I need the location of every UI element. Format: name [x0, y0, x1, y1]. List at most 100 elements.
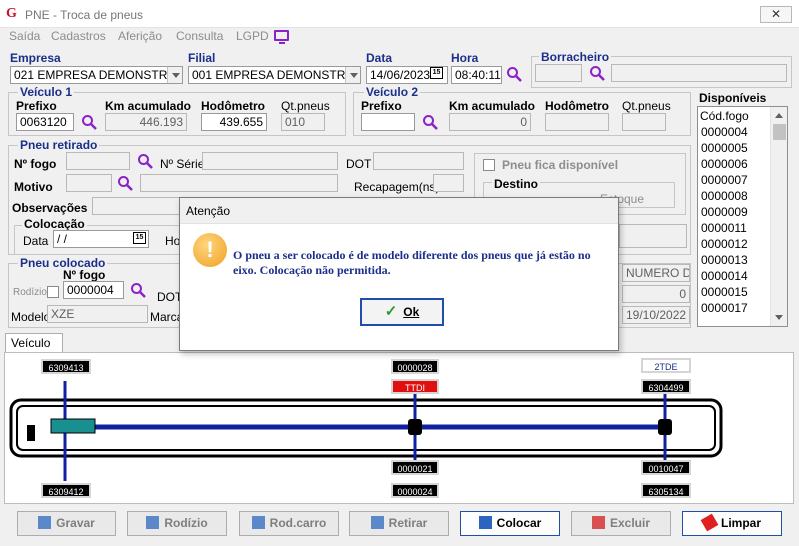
warning-icon: ! [193, 233, 227, 267]
tire-shop-code-field[interactable] [535, 64, 582, 82]
list-item[interactable]: 0000013 [701, 253, 748, 267]
tire-shop-title: Borracheiro [539, 50, 612, 64]
tire-tag[interactable]: 0000028 [391, 359, 439, 374]
list-item[interactable]: 0000008 [701, 189, 748, 203]
search-icon[interactable] [589, 65, 605, 81]
save-button[interactable]: Gravar [17, 511, 116, 536]
placed-model-field: XZE [47, 305, 148, 323]
time-label: Hora [451, 51, 479, 65]
list-item[interactable]: 0000004 [701, 125, 748, 139]
calendar-icon[interactable]: 15 [430, 67, 443, 79]
search-icon[interactable] [422, 114, 438, 130]
eraser-icon [700, 513, 719, 532]
tire-tag-model[interactable]: 2TDE [641, 358, 691, 373]
removed-reason-field[interactable] [66, 174, 112, 192]
vehicle1-prefix-label: Prefixo [16, 99, 57, 113]
search-icon[interactable] [506, 66, 522, 82]
vehicle1-odometer-label: Hodômetro [201, 99, 265, 113]
list-item[interactable]: 0000006 [701, 157, 748, 171]
remove-button[interactable]: Retirar [349, 511, 449, 536]
removed-fire-field[interactable] [66, 152, 130, 170]
delete-button[interactable]: Excluir [571, 511, 671, 536]
tire-shop-name-field [611, 64, 787, 82]
search-icon[interactable] [81, 114, 97, 130]
placement-title: Colocação [22, 217, 87, 231]
tab-vehicle-1[interactable]: Veículo 1 [5, 333, 63, 364]
vehicle2-odometer-label: Hodômetro [545, 99, 609, 113]
search-icon[interactable] [130, 282, 146, 298]
middle-axle-hub [408, 419, 422, 435]
tire-tag[interactable]: 0000024 [391, 483, 439, 498]
rotate-vehicle-button[interactable]: Rod.carro [239, 511, 339, 536]
removed-fire-label: Nº fogo [14, 157, 57, 171]
tire-tag[interactable]: 0000021 [391, 460, 439, 475]
scroll-thumb[interactable] [773, 124, 786, 140]
list-item[interactable]: 0000005 [701, 141, 748, 155]
tire-tag[interactable]: 0010047 [641, 460, 691, 475]
monitor-icon[interactable] [274, 30, 289, 44]
menu-consulta[interactable]: Consulta [176, 29, 223, 43]
ok-button[interactable]: ✓ Ok [360, 298, 444, 326]
vehicle2-odometer-field [545, 113, 609, 131]
tire-tag[interactable]: 6305134 [641, 483, 691, 498]
list-item[interactable]: 0000012 [701, 237, 748, 251]
list-item[interactable]: 0000011 [701, 221, 747, 235]
company-label: Empresa [10, 51, 61, 65]
search-icon[interactable] [137, 153, 153, 169]
vehicle2-prefix-field[interactable] [361, 113, 415, 131]
list-item[interactable]: 0000014 [701, 269, 748, 283]
vehicle1-qt-label: Qt.pneus [281, 99, 330, 113]
vehicle-diagram: 6309413 6309412 0000028 TTDI 0000021 000… [4, 352, 794, 504]
floppy-icon [478, 516, 492, 529]
removed-reason-desc [140, 174, 338, 192]
calendar-icon[interactable]: 15 [133, 232, 146, 244]
time-field[interactable]: 08:40:11 [451, 66, 502, 84]
place-button[interactable]: Colocar [460, 511, 560, 536]
removed-serial-field [202, 152, 338, 170]
menu-saida[interactable]: Saída [9, 29, 40, 43]
engine-block [50, 418, 96, 434]
tire-tag[interactable]: 6309412 [41, 483, 91, 498]
alert-dialog: Atenção ! O pneu a ser colocado é de mod… [179, 197, 619, 351]
branch-label: Filial [188, 51, 216, 65]
company-combo[interactable]: 021 EMPRESA DEMONSTRAC [10, 66, 183, 84]
vehicle-diagram-svg [9, 381, 723, 481]
placed-model-label: Modelo [11, 310, 51, 324]
rotate-button[interactable]: Rodízio [127, 511, 227, 536]
list-item[interactable]: 0000009 [701, 205, 748, 219]
rodizio-checkbox[interactable] [47, 286, 59, 298]
chevron-down-icon[interactable] [167, 67, 182, 83]
floppy-icon [146, 516, 160, 529]
scroll-up-icon[interactable] [775, 113, 783, 118]
list-scrollbar[interactable] [770, 107, 787, 326]
branch-combo[interactable]: 001 EMPRESA DEMONSTRAC [188, 66, 361, 84]
list-item[interactable]: 0000007 [701, 173, 748, 187]
chevron-down-icon[interactable] [345, 67, 360, 83]
stays-available-checkbox[interactable] [483, 159, 495, 171]
removed-retread-label: Recapagem(ns) [354, 180, 440, 194]
tire-tag[interactable]: 6309413 [41, 359, 91, 374]
tire-tag[interactable]: 6304499 [641, 379, 691, 394]
vehicle1-qt-field: 010 [281, 113, 325, 131]
dialog-title: Atenção [180, 198, 618, 224]
placed-fire-field[interactable]: 0000004 [63, 281, 124, 299]
vehicle1-prefix-field[interactable]: 0063120 [16, 113, 74, 131]
available-list[interactable]: Cód.fogo 0000004 0000005 0000006 0000007… [697, 106, 788, 327]
list-item[interactable]: 0000017 [701, 301, 748, 315]
removed-notes-field[interactable] [92, 197, 182, 215]
scroll-down-icon[interactable] [775, 315, 783, 320]
date-label: Data [366, 51, 393, 65]
menu-cadastros[interactable]: Cadastros [51, 29, 106, 43]
search-icon[interactable] [117, 175, 133, 191]
list-item[interactable]: 0000015 [701, 285, 748, 299]
stays-available-label: Pneu fica disponível [502, 158, 619, 172]
window-title: PNE - Troca de pneus [25, 8, 144, 22]
check-icon: ✓ [384, 303, 398, 320]
vehicle1-odometer-field[interactable]: 439.655 [201, 113, 267, 131]
clear-button[interactable]: Limpar [682, 511, 782, 536]
floppy-icon [251, 516, 265, 529]
close-button[interactable]: ✕ [760, 6, 792, 23]
tire-tag-alert[interactable]: TTDI [391, 379, 439, 394]
menu-afericao[interactable]: Aferição [118, 29, 162, 43]
menu-lgpd[interactable]: LGPD [236, 29, 269, 43]
